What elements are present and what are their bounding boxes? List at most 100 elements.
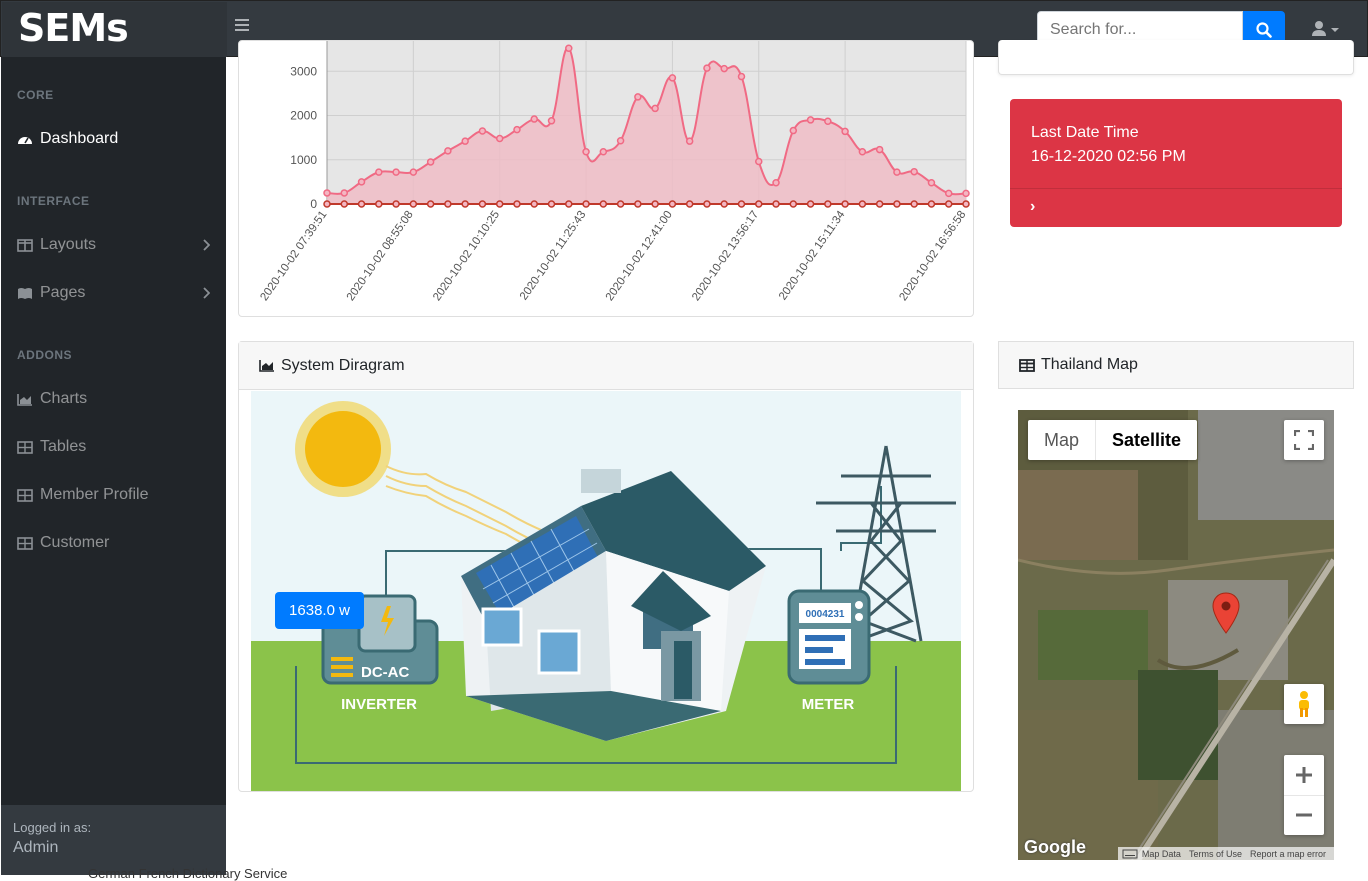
card-value: 16-12-2020 02:56 PM [1031, 148, 1186, 165]
map-marker-icon[interactable] [1212, 592, 1240, 634]
power-area-chart: 01000200030002020-10-02 07:39:51 2020-10-… [258, 41, 970, 303]
data-point [668, 74, 677, 82]
zoom-out-button[interactable] [1284, 796, 1324, 836]
baseline-data-point [703, 200, 711, 208]
sidebar-item-tables[interactable]: Tables [1, 427, 226, 467]
data-point [806, 116, 815, 124]
baseline-data-point [858, 200, 867, 208]
data-point [634, 93, 642, 101]
map-type-map-button[interactable]: Map [1028, 420, 1095, 460]
data-point [858, 148, 867, 156]
sidebar-toggle-icon[interactable] [235, 19, 249, 33]
baseline-data-point [668, 200, 677, 208]
data-point [910, 167, 918, 176]
sidebar-item-pages[interactable]: Pages [1, 273, 226, 313]
data-point [582, 148, 590, 156]
y-tick-label: 1000 [290, 153, 317, 167]
sidebar-item-label: Member Profile [40, 486, 149, 503]
x-tick-label: 2020-10-02 10:10:25 [431, 209, 502, 303]
zoom-in-button[interactable] [1284, 755, 1324, 796]
data-point [685, 137, 694, 145]
data-point [444, 147, 452, 155]
x-tick-label: 2020-10-02 08:55:08 [345, 209, 416, 303]
report-map-error-link[interactable]: Report a map error [1246, 849, 1330, 859]
sidebar-heading-core: CORE [17, 88, 54, 102]
baseline-data-point [340, 200, 349, 208]
baseline-data-point [478, 200, 487, 208]
baseline-data-point [927, 200, 936, 208]
sidebar-item-label: Layouts [40, 236, 97, 253]
data-point [461, 137, 469, 145]
sidebar-item-label: Charts [40, 390, 88, 407]
columns-icon [17, 238, 33, 252]
data-point [651, 104, 659, 113]
sidebar-item-layouts[interactable]: Layouts [1, 225, 226, 265]
brand-logo[interactable]: SEMs [18, 6, 129, 50]
keyboard-icon[interactable] [1122, 849, 1138, 859]
baseline-data-point [616, 200, 625, 208]
y-tick-label: 2000 [290, 109, 317, 123]
plus-icon [1296, 766, 1312, 783]
baseline-data-point [599, 200, 608, 208]
data-point [375, 168, 383, 176]
x-tick-label: 2020-10-02 15:11:34 [777, 208, 848, 302]
data-point [323, 189, 331, 197]
data-point [703, 64, 711, 72]
logged-in-user: Admin [13, 839, 59, 856]
partially-hidden-footer-text: German French Dictionary Service [88, 866, 288, 881]
sidebar-item-dashboard[interactable]: Dashboard [1, 119, 226, 159]
logged-in-label: Logged in as: [13, 820, 92, 835]
data-point [392, 168, 400, 176]
map-type-control: Map Satellite [1028, 420, 1198, 460]
y-tick-label: 0 [310, 197, 317, 211]
data-point [599, 148, 608, 156]
baseline-data-point [375, 200, 383, 208]
map-data-link[interactable]: Map Data [1138, 849, 1185, 859]
satellite-map[interactable]: Map Satellite Google Map Data Terms of U… [1018, 410, 1334, 860]
card-details-link[interactable]: › [1010, 188, 1342, 228]
sun-graphic [295, 401, 391, 497]
sidebar-item-label: Tables [40, 438, 87, 455]
table-icon [17, 440, 33, 454]
pegman-icon [1299, 691, 1309, 717]
data-point [720, 64, 728, 73]
sidebar-item-charts[interactable]: Charts [1, 379, 226, 419]
baseline-data-point [530, 200, 538, 208]
solar-system-illustration: DC-AC INVERTER 0004231 METER [251, 391, 961, 791]
baseline-data-point [426, 200, 435, 208]
power-chart-card: 0 1000 2000 3000 2020-10-02 07:39:51 2020-10-… [238, 40, 974, 317]
street-view-button[interactable] [1284, 684, 1324, 724]
brand-area: SEMs [2, 2, 227, 57]
baseline-data-point [565, 200, 573, 208]
user-icon [1312, 21, 1339, 36]
user-menu-button[interactable] [1311, 19, 1345, 41]
map-type-satellite-button[interactable]: Satellite [1095, 420, 1197, 460]
data-point [772, 179, 780, 187]
meter-label: METER [802, 696, 855, 713]
baseline-data-point [634, 200, 642, 208]
terms-of-use-link[interactable]: Terms of Use [1185, 849, 1246, 859]
data-point [927, 179, 936, 187]
system-diagram-card: System Diragram DC-AC INVERTER 0004231 M… [238, 341, 974, 792]
baseline-data-point [772, 200, 780, 208]
meter-graphic: 0004231 [787, 589, 871, 685]
book-open-icon [17, 286, 33, 300]
card-title: Last Date Time [1031, 124, 1139, 141]
baseline-data-point [323, 200, 331, 208]
sidebar-item-customer[interactable]: Customer [1, 523, 226, 563]
data-point [530, 115, 538, 123]
sidebar-item-label: Dashboard [40, 130, 119, 147]
fullscreen-button[interactable] [1284, 420, 1324, 460]
card-header: Thailand Map [998, 341, 1354, 389]
baseline-data-point [962, 200, 970, 208]
sidebar-item-member-profile[interactable]: Member Profile [1, 475, 226, 515]
svg-text:DC-AC: DC-AC [361, 664, 409, 681]
baseline-data-point [875, 200, 884, 208]
baseline-data-point [547, 200, 556, 208]
table-icon [17, 488, 33, 502]
sidebar-item-label: Pages [40, 284, 86, 301]
data-point [944, 189, 953, 198]
baseline-data-point [392, 200, 400, 208]
power-reading-badge: 1638.0 w [275, 592, 364, 629]
baseline-data-point [357, 200, 366, 208]
